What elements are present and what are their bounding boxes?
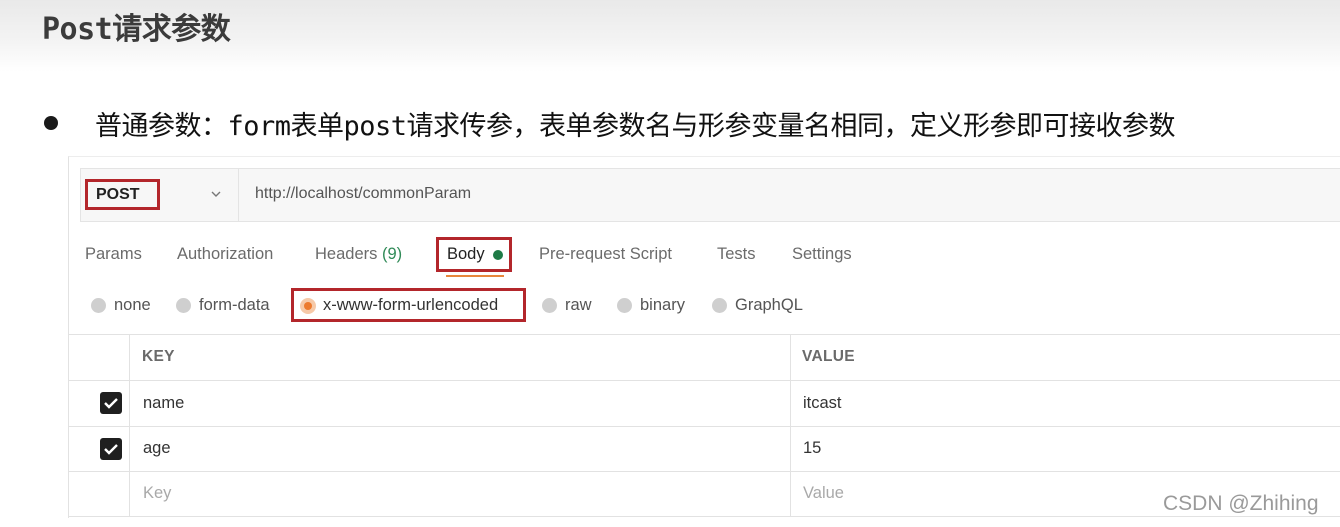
bullet-text: 普通参数：form表单post请求传参，表单参数名与形参变量名相同，定义形参即可… <box>95 111 1176 142</box>
radio-label: form-data <box>199 296 270 314</box>
radio-circle <box>91 298 106 313</box>
tab-tests[interactable]: Tests <box>717 245 756 264</box>
method-label: POST <box>85 179 160 210</box>
value-cell[interactable]: itcast <box>803 394 842 413</box>
tab-params[interactable]: Params <box>85 245 142 264</box>
chevron-down-icon <box>211 191 221 197</box>
checkmark-icon <box>104 444 118 455</box>
radio-label: GraphQL <box>735 296 803 314</box>
column-header-key: KEY <box>142 348 175 365</box>
table-row-divider <box>68 380 1340 381</box>
tab-authorization[interactable]: Authorization <box>177 245 273 264</box>
checkmark-icon <box>104 398 118 409</box>
bullet-dot <box>44 116 58 130</box>
body-modified-dot <box>493 250 503 260</box>
radio-label: raw <box>565 296 592 314</box>
table-row-divider <box>68 471 1340 472</box>
request-url-bar: POST http://localhost/commonParam <box>80 168 1340 222</box>
active-tab-underline <box>446 275 504 277</box>
radio-urlencoded-label[interactable]: x-www-form-urlencoded <box>323 296 498 315</box>
watermark: CSDN @Zhihing <box>1163 492 1319 515</box>
radio-urlencoded-selected[interactable] <box>300 298 316 314</box>
value-cell[interactable]: 15 <box>803 439 821 458</box>
radio-label: none <box>114 296 151 314</box>
key-cell[interactable]: age <box>143 439 171 458</box>
tab-headers-count: (9) <box>381 245 403 263</box>
column-header-value: VALUE <box>802 348 855 365</box>
params-table: KEY VALUE name itcast age 15 Key Value <box>68 334 1340 517</box>
tab-settings[interactable]: Settings <box>792 245 852 264</box>
tab-body[interactable]: Body <box>447 245 485 264</box>
table-row-divider <box>68 426 1340 427</box>
tab-headers-label: Headers <box>315 245 378 263</box>
row-checkbox[interactable] <box>100 438 122 460</box>
key-cell[interactable]: name <box>143 394 184 413</box>
value-placeholder[interactable]: Value <box>803 484 844 503</box>
radio-circle <box>712 298 727 313</box>
method-select[interactable]: POST <box>81 169 239 221</box>
radio-circle <box>617 298 632 313</box>
url-input[interactable]: http://localhost/commonParam <box>255 185 471 203</box>
radio-circle <box>542 298 557 313</box>
radio-label: binary <box>640 296 685 314</box>
row-checkbox[interactable] <box>100 392 122 414</box>
key-placeholder[interactable]: Key <box>143 484 171 503</box>
radio-circle <box>176 298 191 313</box>
slide-title: Post请求参数 <box>42 12 231 47</box>
tab-pre-request-script[interactable]: Pre-request Script <box>539 245 672 264</box>
tab-headers[interactable]: Headers (9) <box>315 245 402 264</box>
